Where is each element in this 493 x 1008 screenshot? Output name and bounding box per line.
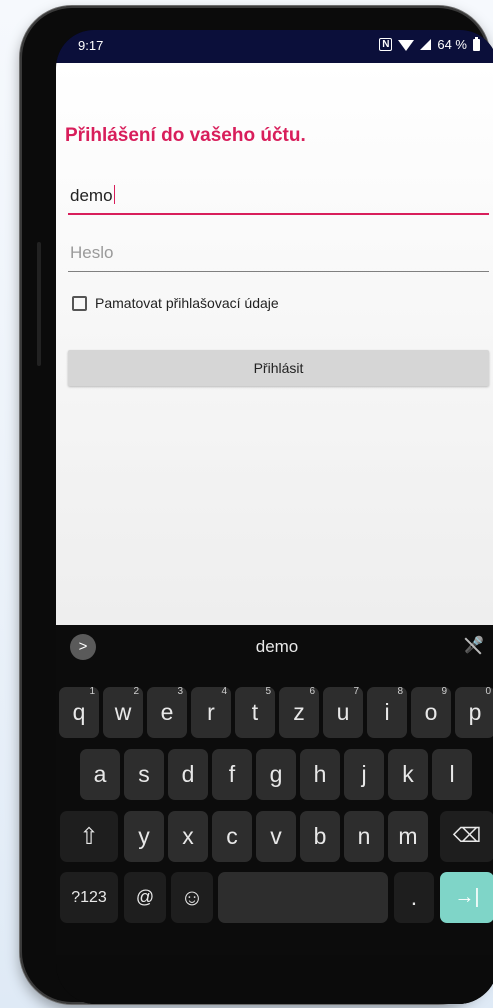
side-button (37, 242, 41, 366)
key-hint-number: 2 (133, 686, 139, 697)
key-v[interactable]: v (256, 811, 296, 862)
soft-keyboard: > demo 🎤 q1w2e3r4t5z6u7i8o9p0 asdfghjkl … (56, 625, 493, 1004)
key-b[interactable]: b (300, 811, 340, 862)
key-label: t (251, 699, 259, 725)
signal-icon (420, 39, 432, 50)
nfc-icon: N (379, 38, 393, 51)
key-hint-number: 1 (89, 686, 95, 697)
mic-off-icon[interactable]: 🎤 (464, 635, 484, 655)
key-l[interactable]: l (432, 749, 472, 800)
key-x[interactable]: x (168, 811, 208, 862)
key-a[interactable]: a (80, 749, 120, 800)
key-t[interactable]: t5 (235, 686, 275, 738)
key-hint-number: 7 (353, 686, 359, 697)
symbols-key[interactable]: ?123 (60, 872, 118, 923)
key-i[interactable]: i8 (367, 686, 407, 738)
key-w[interactable]: w2 (103, 686, 143, 738)
key-m[interactable]: m (388, 811, 428, 862)
backspace-key[interactable]: ⌫ (440, 811, 493, 862)
key-y[interactable]: y (124, 811, 164, 862)
text-cursor (113, 185, 116, 204)
battery-icon (473, 36, 480, 51)
key-f[interactable]: f (212, 749, 252, 800)
remember-checkbox-row[interactable]: Pamatovat přihlašovací údaje (72, 295, 279, 311)
key-label: o (424, 699, 438, 725)
key-hint-number: 0 (485, 686, 491, 697)
key-hint-number: 8 (397, 686, 403, 697)
key-hint-number: 6 (309, 686, 315, 697)
key-h[interactable]: h (300, 749, 340, 800)
key-k[interactable]: k (388, 749, 428, 800)
password-field[interactable]: Heslo (68, 241, 489, 272)
space-key[interactable] (218, 872, 388, 923)
username-value: demo (70, 186, 113, 205)
emoji-key[interactable]: ☺ (171, 872, 213, 923)
suggestion-strip: > demo 🎤 (56, 625, 493, 670)
suggestion-word[interactable]: demo (56, 637, 493, 657)
key-o[interactable]: o9 (411, 686, 451, 738)
key-q[interactable]: q1 (59, 686, 99, 738)
login-screen: Přihlášení do vašeho účtu. demo Heslo Pa… (56, 63, 493, 625)
key-u[interactable]: u7 (323, 686, 363, 738)
battery-percent: 64 % (437, 37, 467, 52)
at-key[interactable]: @ (124, 872, 166, 923)
navigation-bar (56, 955, 493, 1004)
key-label: w (114, 699, 132, 725)
key-c[interactable]: c (212, 811, 252, 862)
username-field[interactable]: demo (68, 183, 489, 215)
screen: 9:17 N 64 % Přihlášení do vašeho účtu. d… (56, 30, 493, 1004)
status-time: 9:17 (78, 38, 104, 53)
key-g[interactable]: g (256, 749, 296, 800)
key-j[interactable]: j (344, 749, 384, 800)
key-hint-number: 9 (441, 686, 447, 697)
phone-frame: 9:17 N 64 % Přihlášení do vašeho účtu. d… (20, 6, 493, 1004)
key-p[interactable]: p0 (455, 686, 493, 738)
key-label: r (207, 699, 215, 725)
key-label: p (468, 699, 482, 725)
key-s[interactable]: s (124, 749, 164, 800)
key-z[interactable]: z6 (279, 686, 319, 738)
remember-checkbox[interactable] (72, 295, 87, 311)
key-n[interactable]: n (344, 811, 384, 862)
status-bar: 9:17 N 64 % (56, 30, 493, 63)
key-e[interactable]: e3 (147, 686, 187, 738)
password-placeholder: Heslo (70, 243, 114, 262)
key-r[interactable]: r4 (191, 686, 231, 738)
key-d[interactable]: d (168, 749, 208, 800)
shift-key[interactable]: ⇧ (60, 811, 118, 862)
key-label: u (336, 699, 350, 725)
login-button[interactable]: Přihlásit (68, 350, 489, 386)
key-hint-number: 5 (265, 686, 271, 697)
remember-label: Pamatovat přihlašovací údaje (95, 295, 279, 311)
key-label: e (160, 699, 174, 725)
key-label: z (293, 699, 305, 725)
page-title: Přihlášení do vašeho účtu. (65, 125, 306, 146)
wifi-icon (398, 40, 415, 51)
key-label: i (384, 699, 390, 725)
key-hint-number: 4 (221, 686, 227, 697)
enter-key[interactable]: →| (440, 872, 493, 923)
key-hint-number: 3 (177, 686, 183, 697)
period-key[interactable]: . (394, 872, 434, 923)
key-label: q (72, 699, 86, 725)
